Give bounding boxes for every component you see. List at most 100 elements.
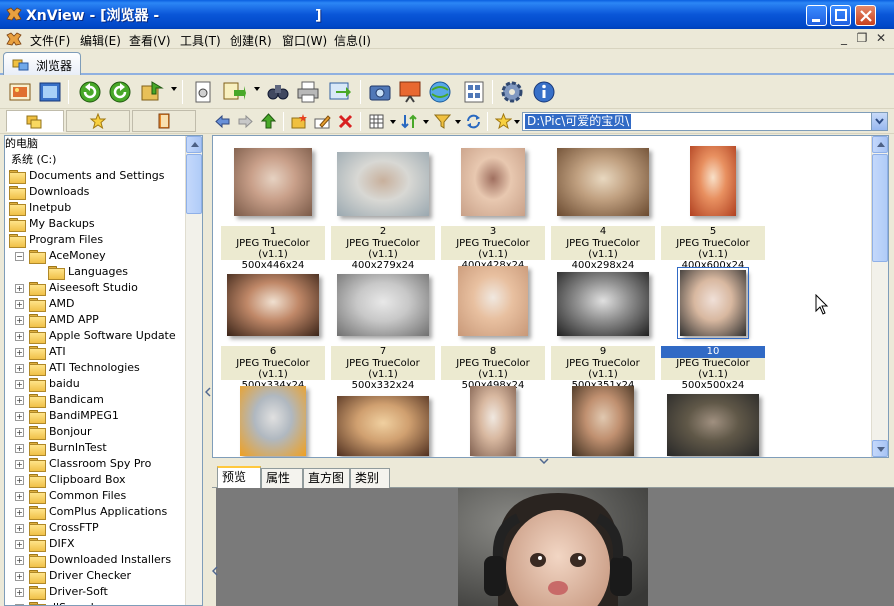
contact-sheet-icon[interactable] <box>462 80 486 104</box>
delete-icon[interactable] <box>337 113 354 130</box>
expand-icon[interactable]: + <box>15 556 24 565</box>
sort-icon[interactable] <box>401 113 418 130</box>
mdi-minimize-button[interactable]: _ <box>836 31 852 46</box>
thumbnail-item[interactable]: 4 JPEG TrueColor (v1.1) 400x298x24 <box>551 144 655 271</box>
thumbnail-item[interactable] <box>661 384 765 457</box>
document-menu-icon[interactable] <box>6 31 22 47</box>
tree-scrollbar[interactable] <box>185 136 202 605</box>
refresh-icon[interactable] <box>465 113 482 130</box>
vertical-splitter[interactable] <box>204 135 212 606</box>
menu-create[interactable]: 创建(R) <box>230 32 272 49</box>
title-bar[interactable]: XnView - [浏览器 - ] <box>0 0 894 29</box>
expand-icon[interactable]: + <box>15 348 24 357</box>
rename-icon[interactable] <box>314 113 331 130</box>
slideshow-icon[interactable] <box>398 80 422 104</box>
expand-icon[interactable]: + <box>15 524 24 533</box>
tab-categories[interactable] <box>132 110 196 132</box>
menu-view[interactable]: 查看(V) <box>129 32 171 49</box>
favorite-dropdown-arrow[interactable] <box>514 120 520 124</box>
thumbnail-item[interactable] <box>441 384 545 457</box>
transform-dropdown-arrow[interactable] <box>171 87 177 91</box>
gear-icon[interactable] <box>500 80 524 104</box>
tab-preview[interactable]: 预览 <box>217 466 261 489</box>
capture-icon[interactable] <box>368 80 392 104</box>
view-mode-icon[interactable] <box>368 113 385 130</box>
browser-scrollbar[interactable] <box>871 136 888 457</box>
tab-folders[interactable] <box>6 110 64 132</box>
expand-icon[interactable]: + <box>15 428 24 437</box>
convert-icon[interactable] <box>222 80 246 104</box>
favorite-star-icon[interactable] <box>495 113 512 130</box>
path-dropdown-button[interactable] <box>871 113 887 130</box>
thumbnail-item[interactable]: 6JPEG TrueColor (v1.1)500x334x24 <box>221 264 325 391</box>
collapse-left-small-icon[interactable] <box>212 556 218 586</box>
sort-dropdown-arrow[interactable] <box>423 120 429 124</box>
rotate-left-icon[interactable] <box>78 80 102 104</box>
thumbnail-item[interactable]: 5 JPEG TrueColor (v1.1) 400x600x24 <box>661 144 765 271</box>
expand-icon[interactable]: + <box>15 396 24 405</box>
mdi-restore-button[interactable]: ❐ <box>854 31 870 46</box>
expand-icon[interactable]: + <box>15 508 24 517</box>
open-image-icon[interactable] <box>8 80 32 104</box>
menu-tools[interactable]: 工具(T) <box>180 32 221 49</box>
tab-favorites[interactable] <box>66 110 130 132</box>
close-button[interactable] <box>855 5 876 26</box>
page-setup-icon[interactable] <box>192 80 216 104</box>
menu-edit[interactable]: 编辑(E) <box>80 32 121 49</box>
expand-icon[interactable]: + <box>15 492 24 501</box>
thumbnail-item[interactable]: 1 JPEG TrueColor (v1.1) 500x446x24 <box>221 144 325 271</box>
info-icon[interactable] <box>532 80 556 104</box>
menu-info[interactable]: 信息(I) <box>334 32 371 49</box>
thumbnail-item[interactable]: 10 JPEG TrueColor (v1.1) 500x500x24 <box>661 264 765 391</box>
thumbnail-item[interactable]: 3JPEG TrueColor (v1.1)400x428x24 <box>441 144 545 271</box>
tree-scroll-thumb[interactable] <box>186 154 202 214</box>
tab-properties[interactable]: 属性 <box>261 468 303 488</box>
preview-pane[interactable] <box>212 488 894 606</box>
expand-icon[interactable]: + <box>15 380 24 389</box>
new-folder-icon[interactable] <box>291 113 308 130</box>
back-arrow-icon[interactable] <box>214 113 231 130</box>
collapse-left-icon[interactable] <box>205 377 211 407</box>
filter-dropdown-arrow[interactable] <box>455 120 461 124</box>
thumbnail-browser[interactable]: 1 JPEG TrueColor (v1.1) 500x446x24 2 JPEG Tr… <box>212 135 889 458</box>
tab-histogram[interactable]: 直方图 <box>303 468 350 488</box>
expand-icon[interactable]: + <box>15 412 24 421</box>
maximize-button[interactable] <box>830 5 851 26</box>
expand-icon[interactable]: + <box>15 572 24 581</box>
browser-scroll-thumb[interactable] <box>872 154 888 262</box>
expand-icon[interactable]: + <box>15 300 24 309</box>
minimize-button[interactable] <box>806 5 827 26</box>
thumbnail-item[interactable]: 8JPEG TrueColor (v1.1)500x498x24 <box>441 264 545 391</box>
web-page-icon[interactable] <box>428 80 452 104</box>
menu-window[interactable]: 窗口(W) <box>282 32 327 49</box>
folder-tree[interactable]: 的电脑 系统 (C:) Documents and Settings Downlo… <box>4 135 203 606</box>
thumbnail-item[interactable] <box>551 384 655 457</box>
expand-icon[interactable]: + <box>15 588 24 597</box>
filter-icon[interactable] <box>434 113 451 130</box>
parent-folder-icon[interactable] <box>260 113 277 130</box>
expand-icon[interactable]: + <box>15 460 24 469</box>
expand-icon[interactable]: + <box>15 364 24 373</box>
thumbnail-item[interactable]: 7 JPEG TrueColor (v1.1) 500x332x24 <box>331 264 435 391</box>
expand-icon[interactable]: + <box>15 332 24 341</box>
menu-file[interactable]: 文件(F) <box>30 32 70 49</box>
binoculars-icon[interactable] <box>266 80 290 104</box>
rotate-right-icon[interactable] <box>108 80 132 104</box>
expand-icon[interactable]: + <box>15 444 24 453</box>
expand-icon[interactable]: + <box>15 476 24 485</box>
expand-icon[interactable]: + <box>15 316 24 325</box>
expand-icon[interactable]: + <box>15 284 24 293</box>
path-input[interactable]: D:\Pic\可爱的宝贝\ <box>522 112 888 131</box>
convert-dropdown-arrow[interactable] <box>254 87 260 91</box>
browser-scroll-down-button[interactable] <box>872 440 888 457</box>
tree-scroll-up-button[interactable] <box>186 136 202 153</box>
image-transform-icon[interactable] <box>140 80 164 104</box>
fullscreen-icon[interactable] <box>38 80 62 104</box>
tab-browser[interactable]: 浏览器 <box>3 52 81 75</box>
thumbnail-item[interactable]: 9JPEG TrueColor (v1.1)500x351x24 <box>551 264 655 391</box>
expand-icon[interactable]: + <box>15 540 24 549</box>
thumbnail-item[interactable] <box>331 384 435 457</box>
thumbnail-item[interactable]: 2 JPEG TrueColor (v1.1) 400x279x24 <box>331 144 435 271</box>
mdi-close-button[interactable]: ✕ <box>873 31 889 46</box>
tab-categories-info[interactable]: 类别 <box>350 468 390 488</box>
